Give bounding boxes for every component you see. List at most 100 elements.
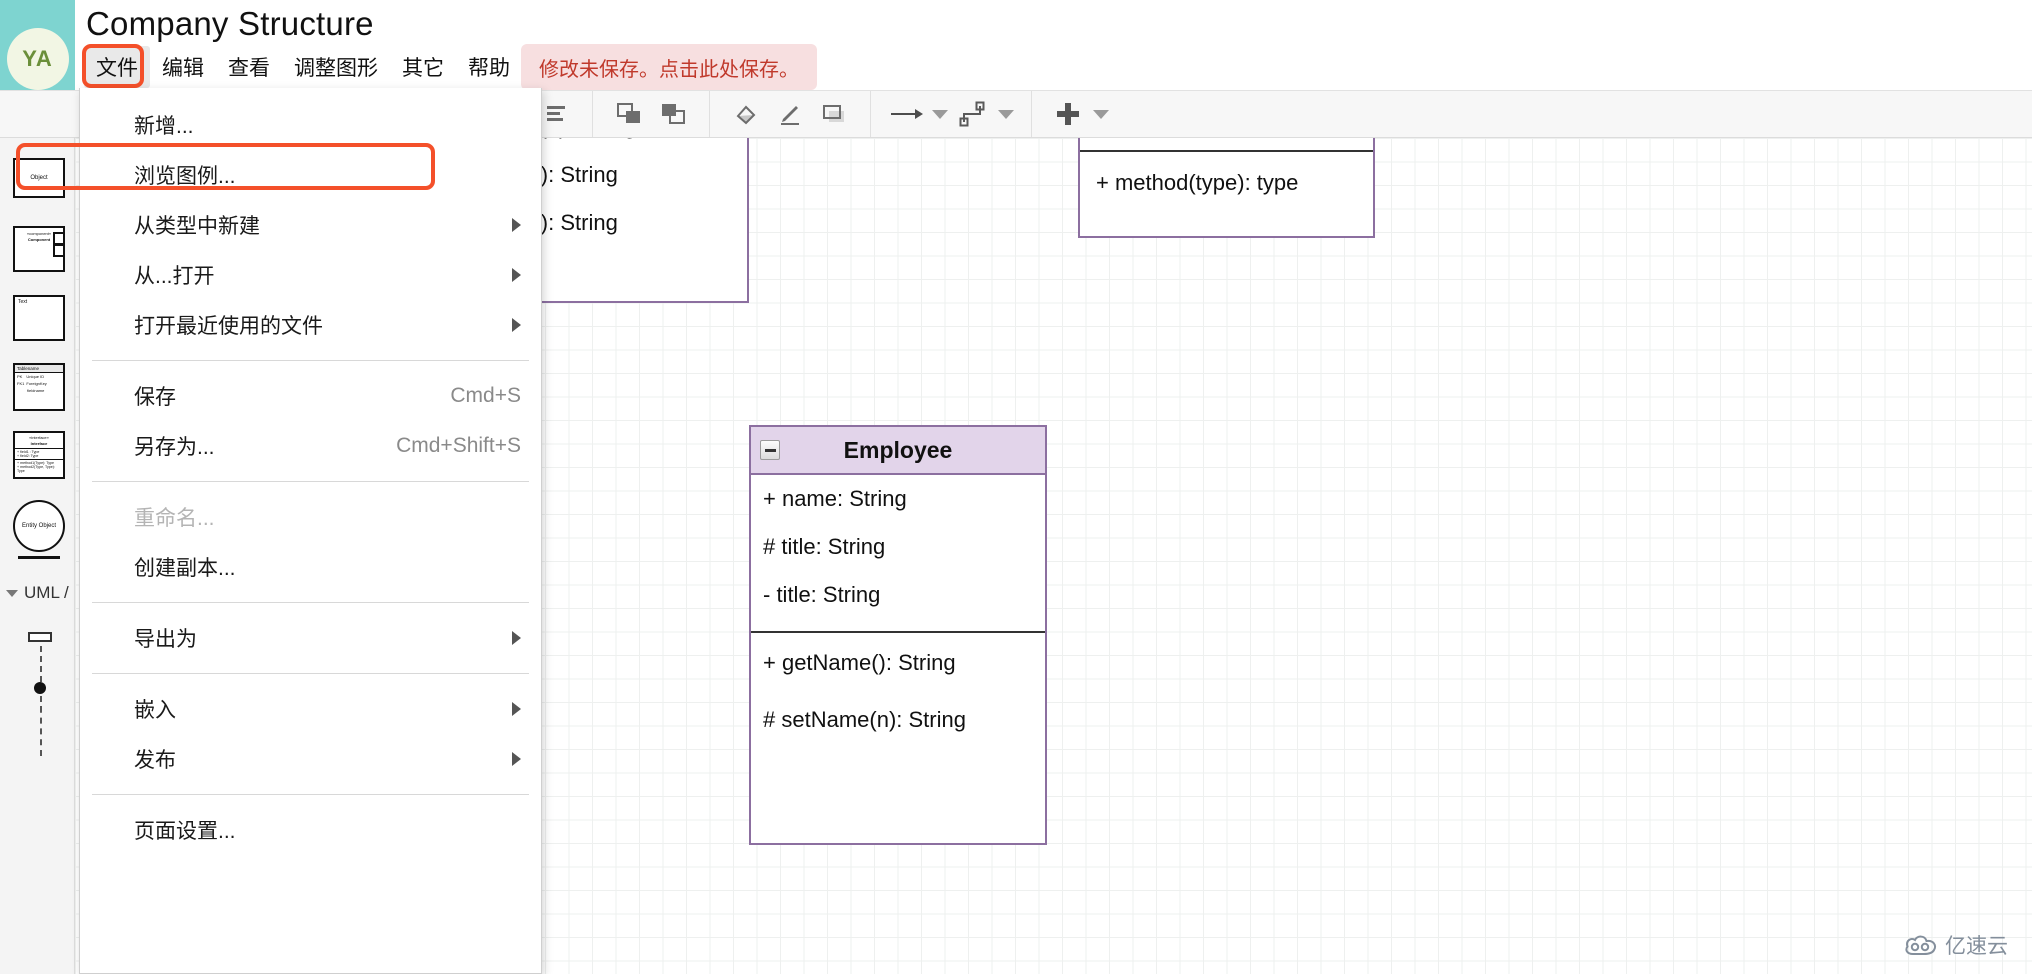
unsaved-changes-banner[interactable]: 修改未保存。点击此处保存。 bbox=[521, 44, 817, 90]
waypoint-connector-icon[interactable] bbox=[951, 94, 995, 134]
palette-interface-title: «interface» Interface bbox=[15, 433, 63, 449]
palette-shape-label: Text bbox=[18, 299, 28, 305]
menu-item-help[interactable]: 帮助 bbox=[456, 46, 522, 88]
palette-table-title: Tablename bbox=[15, 365, 63, 373]
menu-option-label: 另存为... bbox=[134, 436, 215, 459]
menu-option-make-copy[interactable]: 创建副本... bbox=[80, 542, 541, 592]
send-to-back-icon[interactable] bbox=[651, 94, 695, 134]
avatar[interactable]: YA bbox=[6, 28, 69, 90]
plus-icon[interactable] bbox=[1046, 94, 1090, 134]
palette-interface-row: + method2(Type, Type): Type bbox=[17, 465, 55, 473]
palette-lifeline-dash bbox=[40, 696, 43, 756]
submenu-arrow-icon bbox=[512, 318, 521, 332]
palette-shape-label: Entity Object bbox=[21, 523, 56, 529]
menu-separator bbox=[92, 794, 529, 795]
palette-table-row: fieldname bbox=[15, 387, 63, 394]
menu-item-file[interactable]: 文件 bbox=[84, 46, 150, 88]
menu-option-label: 从类型中新建 bbox=[134, 215, 260, 238]
menu-option-label: 重命名... bbox=[134, 507, 215, 530]
palette-shape-label: Object bbox=[30, 175, 48, 181]
menu-separator bbox=[92, 673, 529, 674]
menu-option-open-from[interactable]: 从...打开 bbox=[80, 250, 541, 300]
line-color-icon[interactable] bbox=[768, 94, 812, 134]
menu-option-label: 嵌入 bbox=[134, 699, 176, 722]
menu-separator bbox=[92, 360, 529, 361]
palette-table-row: FK1 ForeignKey bbox=[15, 380, 63, 387]
palette-interface-shape[interactable]: «interface» Interface + field1 : Type + f… bbox=[13, 431, 65, 479]
arrow-connector-icon[interactable] bbox=[885, 94, 929, 134]
menu-option-label: 新增... bbox=[134, 115, 194, 138]
palette-table-col: Unique ID bbox=[26, 374, 45, 379]
class-field-row: + name: String bbox=[763, 486, 907, 511]
fill-color-icon[interactable] bbox=[724, 94, 768, 134]
menu-option-save[interactable]: 保存 Cmd+S bbox=[80, 371, 541, 421]
toolbar-group-connectors bbox=[871, 91, 1032, 137]
menu-item-extras[interactable]: 其它 bbox=[390, 46, 456, 88]
partial-right-class[interactable]: + field: type + method(type): type bbox=[1078, 138, 1375, 238]
component-tab-icon bbox=[53, 244, 63, 257]
palette-component-shape[interactable]: «component» Component bbox=[13, 226, 65, 272]
palette-section-label: UML / bbox=[24, 583, 69, 602]
submenu-arrow-icon bbox=[512, 702, 521, 716]
menu-separator bbox=[92, 481, 529, 482]
class-method-row: + method(type): type bbox=[1096, 170, 1299, 195]
menu-option-export-as[interactable]: 导出为 bbox=[80, 613, 541, 663]
palette-table-row: PK Unique ID bbox=[15, 373, 63, 380]
shape-palette[interactable]: Object «component» Component Text Tablena… bbox=[0, 138, 75, 974]
menu-option-new-from-template[interactable]: 从类型中新建 bbox=[80, 200, 541, 250]
menu-item-arrange[interactable]: 调整图形 bbox=[282, 46, 390, 88]
menu-option-label: 页面设置... bbox=[134, 820, 236, 843]
page-title: Company Structure bbox=[86, 5, 374, 42]
watermark-text: 亿速云 bbox=[1945, 935, 2008, 958]
class-field-row: - title: String bbox=[763, 582, 881, 607]
palette-interface-row: + field2: Type bbox=[17, 454, 39, 458]
collapse-icon[interactable] bbox=[760, 440, 780, 460]
palette-table-col: ForeignKey bbox=[26, 381, 47, 386]
bring-to-front-icon[interactable] bbox=[607, 94, 651, 134]
menu-option-label: 浏览图例... bbox=[134, 165, 236, 188]
menu-option-label: 创建副本... bbox=[134, 557, 236, 580]
toolbar-group-insert bbox=[1032, 91, 1126, 137]
menu-option-embed[interactable]: 嵌入 bbox=[80, 684, 541, 734]
menu-item-edit[interactable]: 编辑 bbox=[150, 46, 216, 88]
class-method-row: # setName(n): String bbox=[763, 707, 966, 732]
menu-option-shortcut: Cmd+Shift+S bbox=[396, 434, 521, 457]
palette-entity-object-shape[interactable]: Entity Object bbox=[13, 500, 65, 552]
shadow-icon[interactable] bbox=[812, 94, 856, 134]
menu-item-view[interactable]: 查看 bbox=[216, 46, 282, 88]
insert-chevron-down-icon[interactable] bbox=[1090, 94, 1112, 134]
menu-option-label: 从...打开 bbox=[134, 265, 215, 288]
palette-note-shape[interactable]: Text bbox=[13, 295, 65, 341]
arrow-connector-chevron-down-icon[interactable] bbox=[929, 94, 951, 134]
palette-table-col: fieldname bbox=[27, 388, 45, 393]
class-method-row: + getName(): String bbox=[763, 650, 956, 675]
menu-option-label: 导出为 bbox=[134, 628, 197, 651]
menu-option-rename: 重命名... bbox=[80, 492, 541, 542]
submenu-arrow-icon bbox=[512, 631, 521, 645]
employee-class[interactable]: Employee + name: String # title: String … bbox=[749, 425, 1047, 845]
menu-option-new[interactable]: 新增... bbox=[80, 100, 541, 150]
submenu-arrow-icon bbox=[512, 752, 521, 766]
menu-option-page-setup[interactable]: 页面设置... bbox=[80, 805, 541, 855]
menubar: 文件 编辑 查看 调整图形 其它 帮助 bbox=[84, 46, 522, 88]
palette-lifeline-dot[interactable] bbox=[34, 682, 46, 694]
palette-table-shape[interactable]: Tablename PK Unique ID FK1 ForeignKey fi… bbox=[13, 363, 65, 411]
file-menu-dropdown[interactable]: 新增... 浏览图例... 从类型中新建 从...打开 打开最近使用的文件 保存… bbox=[79, 88, 542, 974]
palette-section-uml[interactable]: UML / bbox=[6, 583, 69, 603]
menu-option-publish[interactable]: 发布 bbox=[80, 734, 541, 784]
chevron-down-icon bbox=[6, 589, 18, 597]
palette-object-shape[interactable]: Object bbox=[13, 158, 65, 198]
class-field-row: # title: String bbox=[763, 534, 886, 559]
menu-option-save-as[interactable]: 另存为... Cmd+Shift+S bbox=[80, 421, 541, 471]
palette-table-key: PK bbox=[17, 374, 23, 379]
waypoint-connector-chevron-down-icon[interactable] bbox=[995, 94, 1017, 134]
palette-lifeline-head[interactable] bbox=[28, 632, 52, 642]
menu-option-open-recent[interactable]: 打开最近使用的文件 bbox=[80, 300, 541, 350]
diagram-editor-window: YA Company Structure 文件 编辑 查看 调整图形 其它 帮助… bbox=[0, 0, 2032, 974]
cloud-icon bbox=[1904, 934, 1938, 956]
menu-option-browse-templates[interactable]: 浏览图例... bbox=[80, 150, 541, 200]
employee-class-header[interactable]: Employee bbox=[751, 427, 1045, 475]
menu-option-shortcut: Cmd+S bbox=[450, 384, 521, 407]
submenu-arrow-icon bbox=[512, 268, 521, 282]
toolbar-group-order bbox=[593, 91, 710, 137]
